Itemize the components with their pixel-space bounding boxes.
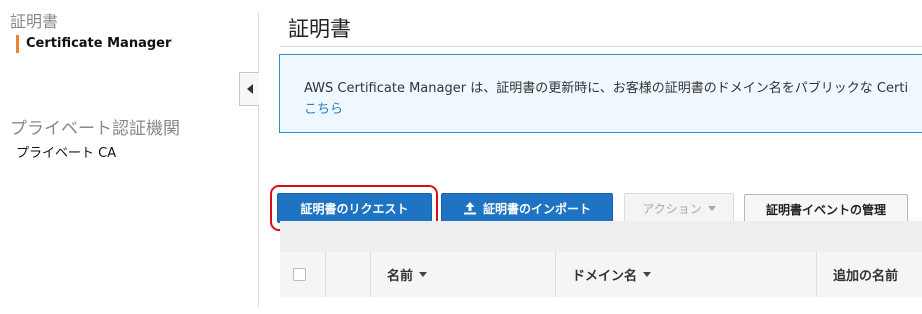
actions-dropdown[interactable]: アクション (624, 193, 734, 223)
import-certificate-button[interactable]: 証明書のインポート (441, 193, 613, 223)
column-header-additional-names-label: 追加の名前 (833, 269, 899, 284)
column-separator (816, 252, 817, 297)
info-banner-text: AWS Certificate Manager は、証明書の更新時に、お客様の証… (304, 81, 909, 96)
info-banner: AWS Certificate Manager は、証明書の更新時に、お客様の証… (279, 54, 922, 133)
sidebar-divider (258, 12, 259, 307)
upload-icon (463, 202, 476, 215)
sort-caret-icon (643, 272, 652, 277)
title-divider (280, 46, 922, 47)
page-title: 証明書 (288, 17, 351, 41)
sidebar: 証明書 Certificate Manager プライベート認証機関 プライベー… (0, 0, 258, 314)
import-certificate-label: 証明書のインポート (482, 201, 591, 216)
column-header-domain[interactable]: ドメイン名 (572, 265, 652, 284)
info-banner-link[interactable]: こちら (304, 98, 343, 117)
chevron-left-icon (246, 84, 253, 94)
sidebar-item-private-ca[interactable]: プライベート CA (16, 142, 116, 161)
actions-label: アクション (642, 201, 702, 216)
column-header-domain-label: ドメイン名 (572, 269, 638, 284)
request-certificate-button[interactable]: 証明書のリクエスト (277, 193, 432, 223)
column-separator (325, 252, 326, 297)
column-header-name[interactable]: 名前 (387, 265, 428, 284)
select-all-checkbox[interactable] (293, 268, 306, 281)
table-toolbar (280, 221, 922, 252)
column-separator (555, 252, 556, 297)
request-certificate-label: 証明書のリクエスト (300, 201, 409, 216)
manage-events-label: 証明書イベントの管理 (765, 203, 886, 217)
caret-down-icon (707, 205, 716, 211)
sort-caret-icon (419, 272, 428, 277)
column-header-name-label: 名前 (387, 269, 414, 284)
sidebar-item-certificate-manager[interactable]: Certificate Manager (16, 36, 171, 51)
sidebar-section-certificates: 証明書 (10, 12, 59, 31)
sidebar-section-private-ca: プライベート認証機関 (10, 119, 180, 139)
column-separator (370, 252, 371, 297)
column-header-additional-names[interactable]: 追加の名前 (833, 265, 898, 284)
sidebar-collapse-button[interactable] (239, 72, 259, 106)
